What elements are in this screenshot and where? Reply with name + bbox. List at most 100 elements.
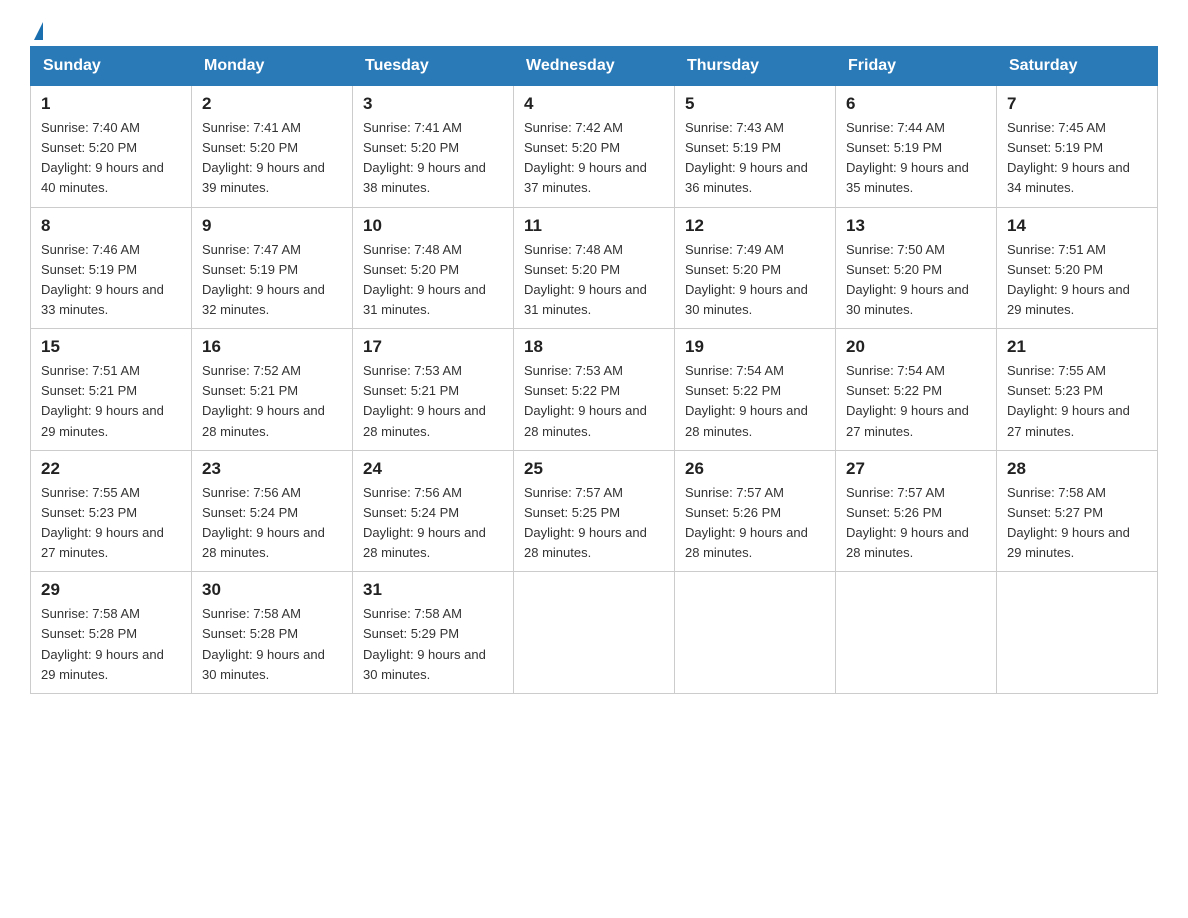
calendar-week-row: 29Sunrise: 7:58 AMSunset: 5:28 PMDayligh…: [31, 572, 1158, 694]
cell-day-number: 16: [202, 337, 342, 357]
calendar-cell: 5 Sunrise: 7:43 AMSunset: 5:19 PMDaylight…: [675, 86, 836, 208]
cell-sun-info: Sunrise: 7:51 AMSunset: 5:21 PMDaylight:…: [41, 361, 181, 442]
calendar-cell: 19 Sunrise: 7:54 AMSunset: 5:22 PMDayligh…: [675, 329, 836, 451]
calendar-cell: [514, 572, 675, 694]
cell-day-number: 15: [41, 337, 181, 357]
day-header-thursday: Thursday: [675, 47, 836, 86]
calendar-cell: 26 Sunrise: 7:57 AMSunset: 5:26 PMDayligh…: [675, 450, 836, 572]
cell-sun-info: Sunrise: 7:56 AMSunset: 5:24 PMDaylight:…: [363, 483, 503, 564]
cell-day-number: 18: [524, 337, 664, 357]
cell-sun-info: Sunrise: 7:55 AMSunset: 5:23 PMDaylight:…: [41, 483, 181, 564]
calendar-week-row: 15 Sunrise: 7:51 AMSunset: 5:21 PMDayligh…: [31, 329, 1158, 451]
cell-day-number: 6: [846, 94, 986, 114]
calendar-header-row: SundayMondayTuesdayWednesdayThursdayFrid…: [31, 47, 1158, 86]
cell-sun-info: Sunrise: 7:58 AMSunset: 5:28 PMDaylight:…: [202, 604, 342, 685]
calendar-cell: 11 Sunrise: 7:48 AMSunset: 5:20 PMDayligh…: [514, 207, 675, 329]
calendar-cell: 23Sunrise: 7:56 AMSunset: 5:24 PMDayligh…: [192, 450, 353, 572]
cell-sun-info: Sunrise: 7:57 AMSunset: 5:25 PMDaylight:…: [524, 483, 664, 564]
cell-sun-info: Sunrise: 7:53 AMSunset: 5:21 PMDaylight:…: [363, 361, 503, 442]
day-header-friday: Friday: [836, 47, 997, 86]
calendar-cell: [997, 572, 1158, 694]
cell-day-number: 12: [685, 216, 825, 236]
day-header-wednesday: Wednesday: [514, 47, 675, 86]
cell-day-number: 4: [524, 94, 664, 114]
calendar-cell: 29Sunrise: 7:58 AMSunset: 5:28 PMDayligh…: [31, 572, 192, 694]
cell-day-number: 14: [1007, 216, 1147, 236]
calendar-cell: 27Sunrise: 7:57 AMSunset: 5:26 PMDayligh…: [836, 450, 997, 572]
cell-day-number: 24: [363, 459, 503, 479]
calendar-cell: [836, 572, 997, 694]
cell-sun-info: Sunrise: 7:52 AMSunset: 5:21 PMDaylight:…: [202, 361, 342, 442]
cell-sun-info: Sunrise: 7:53 AMSunset: 5:22 PMDaylight:…: [524, 361, 664, 442]
cell-sun-info: Sunrise: 7:41 AMSunset: 5:20 PMDaylight:…: [363, 118, 503, 199]
calendar-cell: 9Sunrise: 7:47 AMSunset: 5:19 PMDaylight…: [192, 207, 353, 329]
calendar-cell: 7 Sunrise: 7:45 AMSunset: 5:19 PMDaylight…: [997, 86, 1158, 208]
cell-day-number: 5: [685, 94, 825, 114]
cell-day-number: 1: [41, 94, 181, 114]
cell-day-number: 30: [202, 580, 342, 600]
cell-sun-info: Sunrise: 7:48 AMSunset: 5:20 PMDaylight:…: [363, 240, 503, 321]
day-header-saturday: Saturday: [997, 47, 1158, 86]
cell-sun-info: Sunrise: 7:49 AMSunset: 5:20 PMDaylight:…: [685, 240, 825, 321]
cell-day-number: 2: [202, 94, 342, 114]
cell-sun-info: Sunrise: 7:57 AMSunset: 5:26 PMDaylight:…: [846, 483, 986, 564]
calendar-cell: 17Sunrise: 7:53 AMSunset: 5:21 PMDayligh…: [353, 329, 514, 451]
calendar-week-row: 8 Sunrise: 7:46 AMSunset: 5:19 PMDaylight…: [31, 207, 1158, 329]
calendar-cell: 8 Sunrise: 7:46 AMSunset: 5:19 PMDaylight…: [31, 207, 192, 329]
cell-sun-info: Sunrise: 7:54 AMSunset: 5:22 PMDaylight:…: [685, 361, 825, 442]
calendar-cell: 21 Sunrise: 7:55 AMSunset: 5:23 PMDayligh…: [997, 329, 1158, 451]
cell-day-number: 19: [685, 337, 825, 357]
cell-sun-info: Sunrise: 7:46 AMSunset: 5:19 PMDaylight:…: [41, 240, 181, 321]
calendar-cell: 1 Sunrise: 7:40 AMSunset: 5:20 PMDaylight…: [31, 86, 192, 208]
cell-sun-info: Sunrise: 7:57 AMSunset: 5:26 PMDaylight:…: [685, 483, 825, 564]
calendar-cell: 13Sunrise: 7:50 AMSunset: 5:20 PMDayligh…: [836, 207, 997, 329]
calendar-week-row: 1 Sunrise: 7:40 AMSunset: 5:20 PMDaylight…: [31, 86, 1158, 208]
cell-sun-info: Sunrise: 7:54 AMSunset: 5:22 PMDaylight:…: [846, 361, 986, 442]
cell-sun-info: Sunrise: 7:51 AMSunset: 5:20 PMDaylight:…: [1007, 240, 1147, 321]
cell-day-number: 22: [41, 459, 181, 479]
day-header-tuesday: Tuesday: [353, 47, 514, 86]
cell-day-number: 11: [524, 216, 664, 236]
cell-sun-info: Sunrise: 7:41 AMSunset: 5:20 PMDaylight:…: [202, 118, 342, 199]
cell-day-number: 10: [363, 216, 503, 236]
cell-day-number: 20: [846, 337, 986, 357]
cell-sun-info: Sunrise: 7:58 AMSunset: 5:28 PMDaylight:…: [41, 604, 181, 685]
cell-sun-info: Sunrise: 7:44 AMSunset: 5:19 PMDaylight:…: [846, 118, 986, 199]
cell-day-number: 31: [363, 580, 503, 600]
calendar-cell: 3Sunrise: 7:41 AMSunset: 5:20 PMDaylight…: [353, 86, 514, 208]
calendar-cell: 6 Sunrise: 7:44 AMSunset: 5:19 PMDaylight…: [836, 86, 997, 208]
cell-day-number: 26: [685, 459, 825, 479]
cell-sun-info: Sunrise: 7:58 AMSunset: 5:29 PMDaylight:…: [363, 604, 503, 685]
calendar-table: SundayMondayTuesdayWednesdayThursdayFrid…: [30, 46, 1158, 694]
calendar-cell: 20 Sunrise: 7:54 AMSunset: 5:22 PMDayligh…: [836, 329, 997, 451]
cell-sun-info: Sunrise: 7:47 AMSunset: 5:19 PMDaylight:…: [202, 240, 342, 321]
cell-day-number: 21: [1007, 337, 1147, 357]
page-header: [30, 20, 1158, 36]
cell-sun-info: Sunrise: 7:40 AMSunset: 5:20 PMDaylight:…: [41, 118, 181, 199]
calendar-cell: 24 Sunrise: 7:56 AMSunset: 5:24 PMDayligh…: [353, 450, 514, 572]
day-header-monday: Monday: [192, 47, 353, 86]
logo: [30, 20, 43, 36]
calendar-cell: 2 Sunrise: 7:41 AMSunset: 5:20 PMDaylight…: [192, 86, 353, 208]
cell-day-number: 23: [202, 459, 342, 479]
calendar-cell: 25Sunrise: 7:57 AMSunset: 5:25 PMDayligh…: [514, 450, 675, 572]
cell-sun-info: Sunrise: 7:55 AMSunset: 5:23 PMDaylight:…: [1007, 361, 1147, 442]
calendar-cell: 15 Sunrise: 7:51 AMSunset: 5:21 PMDayligh…: [31, 329, 192, 451]
cell-sun-info: Sunrise: 7:42 AMSunset: 5:20 PMDaylight:…: [524, 118, 664, 199]
cell-sun-info: Sunrise: 7:58 AMSunset: 5:27 PMDaylight:…: [1007, 483, 1147, 564]
calendar-cell: 22 Sunrise: 7:55 AMSunset: 5:23 PMDayligh…: [31, 450, 192, 572]
logo-triangle-icon: [34, 22, 43, 40]
calendar-cell: 30 Sunrise: 7:58 AMSunset: 5:28 PMDayligh…: [192, 572, 353, 694]
calendar-cell: 28 Sunrise: 7:58 AMSunset: 5:27 PMDayligh…: [997, 450, 1158, 572]
cell-day-number: 8: [41, 216, 181, 236]
cell-sun-info: Sunrise: 7:45 AMSunset: 5:19 PMDaylight:…: [1007, 118, 1147, 199]
cell-day-number: 7: [1007, 94, 1147, 114]
calendar-cell: 14 Sunrise: 7:51 AMSunset: 5:20 PMDayligh…: [997, 207, 1158, 329]
calendar-cell: 31 Sunrise: 7:58 AMSunset: 5:29 PMDayligh…: [353, 572, 514, 694]
calendar-cell: 18 Sunrise: 7:53 AMSunset: 5:22 PMDayligh…: [514, 329, 675, 451]
cell-sun-info: Sunrise: 7:43 AMSunset: 5:19 PMDaylight:…: [685, 118, 825, 199]
day-header-sunday: Sunday: [31, 47, 192, 86]
cell-day-number: 13: [846, 216, 986, 236]
cell-sun-info: Sunrise: 7:48 AMSunset: 5:20 PMDaylight:…: [524, 240, 664, 321]
cell-day-number: 28: [1007, 459, 1147, 479]
